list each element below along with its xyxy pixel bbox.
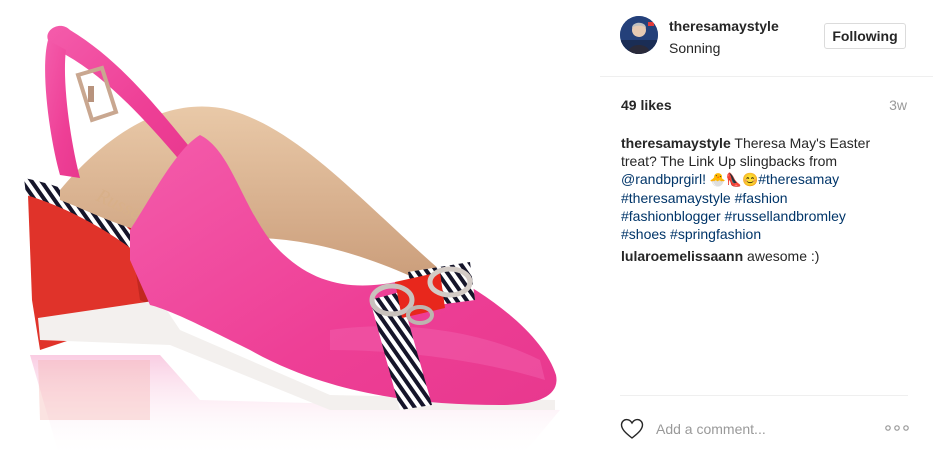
caption-text: Theresa May's Easter [730,135,871,151]
caption-mention[interactable]: @randbprgirl! [621,171,706,187]
caption-text: treat? The Link Up slingbacks from [621,153,838,169]
following-button[interactable]: Following [824,23,906,49]
hashtag[interactable]: #fashionblogger [621,208,721,224]
caption-line: #theresamaystyle #fashion [621,189,921,207]
comment-item: lularoemelissaann awesome :) [621,247,921,265]
caption-line: #shoes #springfashion [621,225,921,243]
hashtag[interactable]: #springfashion [666,226,761,242]
add-comment-input[interactable]: Add a comment... [656,421,766,437]
heart-icon[interactable] [620,418,644,440]
caption-line: theresamaystyle Theresa May's Easter [621,134,921,152]
caption-line: @randbprgirl! 🐣👠😊#theresamay [621,170,921,189]
shoe-image: Russell [24,25,560,458]
comment-text: awesome :) [743,248,820,264]
avatar-image [620,16,658,54]
caption-line: #fashionblogger #russellandbromley [621,207,921,225]
hashtag[interactable]: #russellandbromley [721,208,846,224]
post-details-panel: theresamaystyle Sonning Following 49 lik… [600,0,933,458]
hashtag[interactable]: #theresamay [758,171,839,187]
hashtag[interactable]: #shoes [621,226,666,242]
hashtag[interactable]: #theresamaystyle [621,190,731,206]
post-header: theresamaystyle Sonning Following [600,0,933,77]
caption-username[interactable]: theresamaystyle [621,135,731,151]
divider [620,395,908,396]
post-location[interactable]: Sonning [669,40,720,56]
post-photo[interactable]: Russell [0,0,600,458]
comments-list: theresamaystyle Theresa May's Easter tre… [621,134,921,265]
more-options-icon[interactable] [884,423,910,433]
caption-line: treat? The Link Up slingbacks from [621,152,921,170]
post-age[interactable]: 3w [889,97,907,113]
comment-username[interactable]: lularoemelissaann [621,248,743,264]
post-username[interactable]: theresamaystyle [669,18,779,34]
hashtag[interactable]: #fashion [731,190,788,206]
caption-emojis: 🐣👠😊 [706,172,759,187]
profile-avatar[interactable] [620,16,658,54]
likes-count[interactable]: 49 likes [621,97,672,113]
